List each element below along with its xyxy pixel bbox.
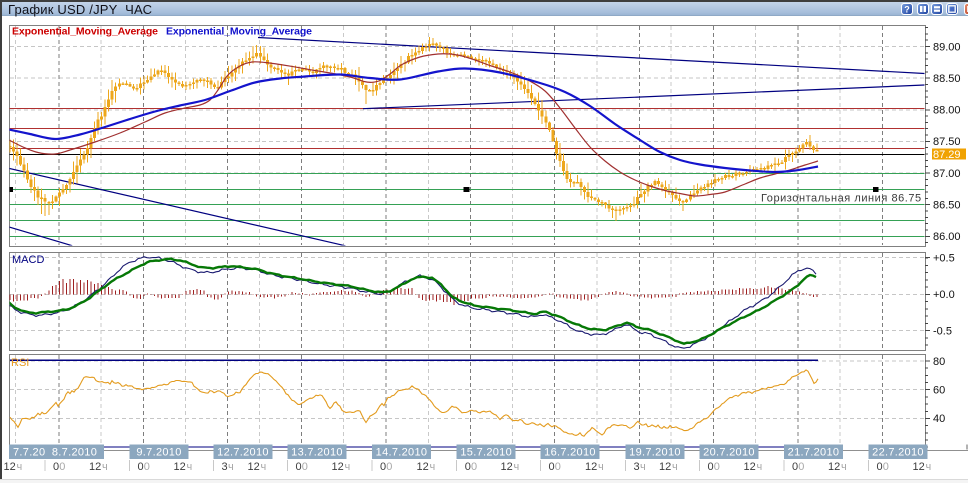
svg-text:12: 12 <box>659 461 671 473</box>
svg-text:12: 12 <box>4 461 16 473</box>
svg-text:0: 0 <box>792 461 798 473</box>
svg-text:ч: ч <box>926 461 932 473</box>
svg-text:12: 12 <box>332 461 344 473</box>
svg-text:0: 0 <box>549 461 555 473</box>
svg-text:0: 0 <box>53 461 59 473</box>
svg-text:40: 40 <box>933 413 945 425</box>
svg-text:9.7.2010: 9.7.2010 <box>136 447 181 459</box>
svg-text:0: 0 <box>59 461 65 473</box>
svg-text:ч: ч <box>430 461 436 473</box>
svg-text:20.7.2010: 20.7.2010 <box>703 447 755 459</box>
svg-text:16.7.2010: 16.7.2010 <box>544 447 596 459</box>
svg-text:Exponential_Moving_Average: Exponential_Moving_Average <box>166 26 312 38</box>
svg-text:ч: ч <box>672 461 678 473</box>
svg-text:19.7.2010: 19.7.2010 <box>629 447 681 459</box>
svg-text:ч: ч <box>514 461 520 473</box>
svg-text:12: 12 <box>585 461 597 473</box>
svg-text:Exponential_Moving_Average: Exponential_Moving_Average <box>12 26 158 38</box>
svg-text:86.00: 86.00 <box>933 231 961 243</box>
svg-text:89.00: 89.00 <box>933 41 961 53</box>
svg-text:0: 0 <box>296 461 302 473</box>
svg-text:RSI: RSI <box>11 357 29 369</box>
svg-text:15.7.2010: 15.7.2010 <box>460 447 512 459</box>
svg-text:0: 0 <box>302 461 308 473</box>
svg-text:0: 0 <box>144 461 150 473</box>
svg-text:+0.0: +0.0 <box>933 289 955 301</box>
svg-text:ч: ч <box>261 461 267 473</box>
svg-text:MACD: MACD <box>12 254 44 266</box>
svg-text:88.00: 88.00 <box>933 105 961 117</box>
svg-text:3: 3 <box>222 461 228 473</box>
svg-text:ч: ч <box>345 461 351 473</box>
svg-text:0: 0 <box>798 461 804 473</box>
svg-text:0: 0 <box>877 461 883 473</box>
svg-text:86.50: 86.50 <box>933 199 961 211</box>
svg-text:ч: ч <box>17 461 23 473</box>
svg-text:87.00: 87.00 <box>933 168 961 180</box>
svg-text:ч: ч <box>757 461 763 473</box>
svg-text:60: 60 <box>933 385 945 397</box>
svg-text:ч: ч <box>598 461 604 473</box>
svg-text:0: 0 <box>708 461 714 473</box>
svg-text:12: 12 <box>417 461 429 473</box>
svg-text:ч: ч <box>841 461 847 473</box>
svg-text:ч: ч <box>102 461 108 473</box>
svg-text:8.7.2010: 8.7.2010 <box>52 447 97 459</box>
svg-text:88.50: 88.50 <box>933 73 961 85</box>
svg-text:ч: ч <box>640 461 646 473</box>
svg-text:0: 0 <box>883 461 889 473</box>
svg-text:87.29: 87.29 <box>933 149 961 161</box>
svg-text:0: 0 <box>386 461 392 473</box>
svg-text:0: 0 <box>138 461 144 473</box>
svg-text:21.7.2010: 21.7.2010 <box>788 447 840 459</box>
svg-text:0: 0 <box>714 461 720 473</box>
svg-text:3: 3 <box>634 461 640 473</box>
svg-text:13.7.2010: 13.7.2010 <box>291 447 343 459</box>
svg-text:12: 12 <box>501 461 513 473</box>
svg-text:80: 80 <box>933 356 945 368</box>
svg-text:0: 0 <box>471 461 477 473</box>
svg-text:87.50: 87.50 <box>933 136 961 148</box>
svg-text:12: 12 <box>913 461 925 473</box>
svg-text:0: 0 <box>380 461 386 473</box>
svg-text:-0.5: -0.5 <box>933 326 952 338</box>
svg-text:22.7.2010: 22.7.2010 <box>872 447 924 459</box>
svg-text:14.7.2010: 14.7.2010 <box>376 447 428 459</box>
svg-text:Горизонтальная линия 86.75: Горизонтальная линия 86.75 <box>761 193 922 205</box>
svg-text:0: 0 <box>465 461 471 473</box>
svg-text:ч: ч <box>187 461 193 473</box>
svg-text:12: 12 <box>828 461 840 473</box>
svg-text:0: 0 <box>555 461 561 473</box>
svg-text:12.7.2010: 12.7.2010 <box>217 447 269 459</box>
svg-text:12: 12 <box>89 461 101 473</box>
svg-text:12: 12 <box>744 461 756 473</box>
svg-text:+0.5: +0.5 <box>933 252 955 264</box>
svg-text:ч: ч <box>228 461 234 473</box>
svg-text:12: 12 <box>248 461 260 473</box>
svg-text:12: 12 <box>174 461 186 473</box>
